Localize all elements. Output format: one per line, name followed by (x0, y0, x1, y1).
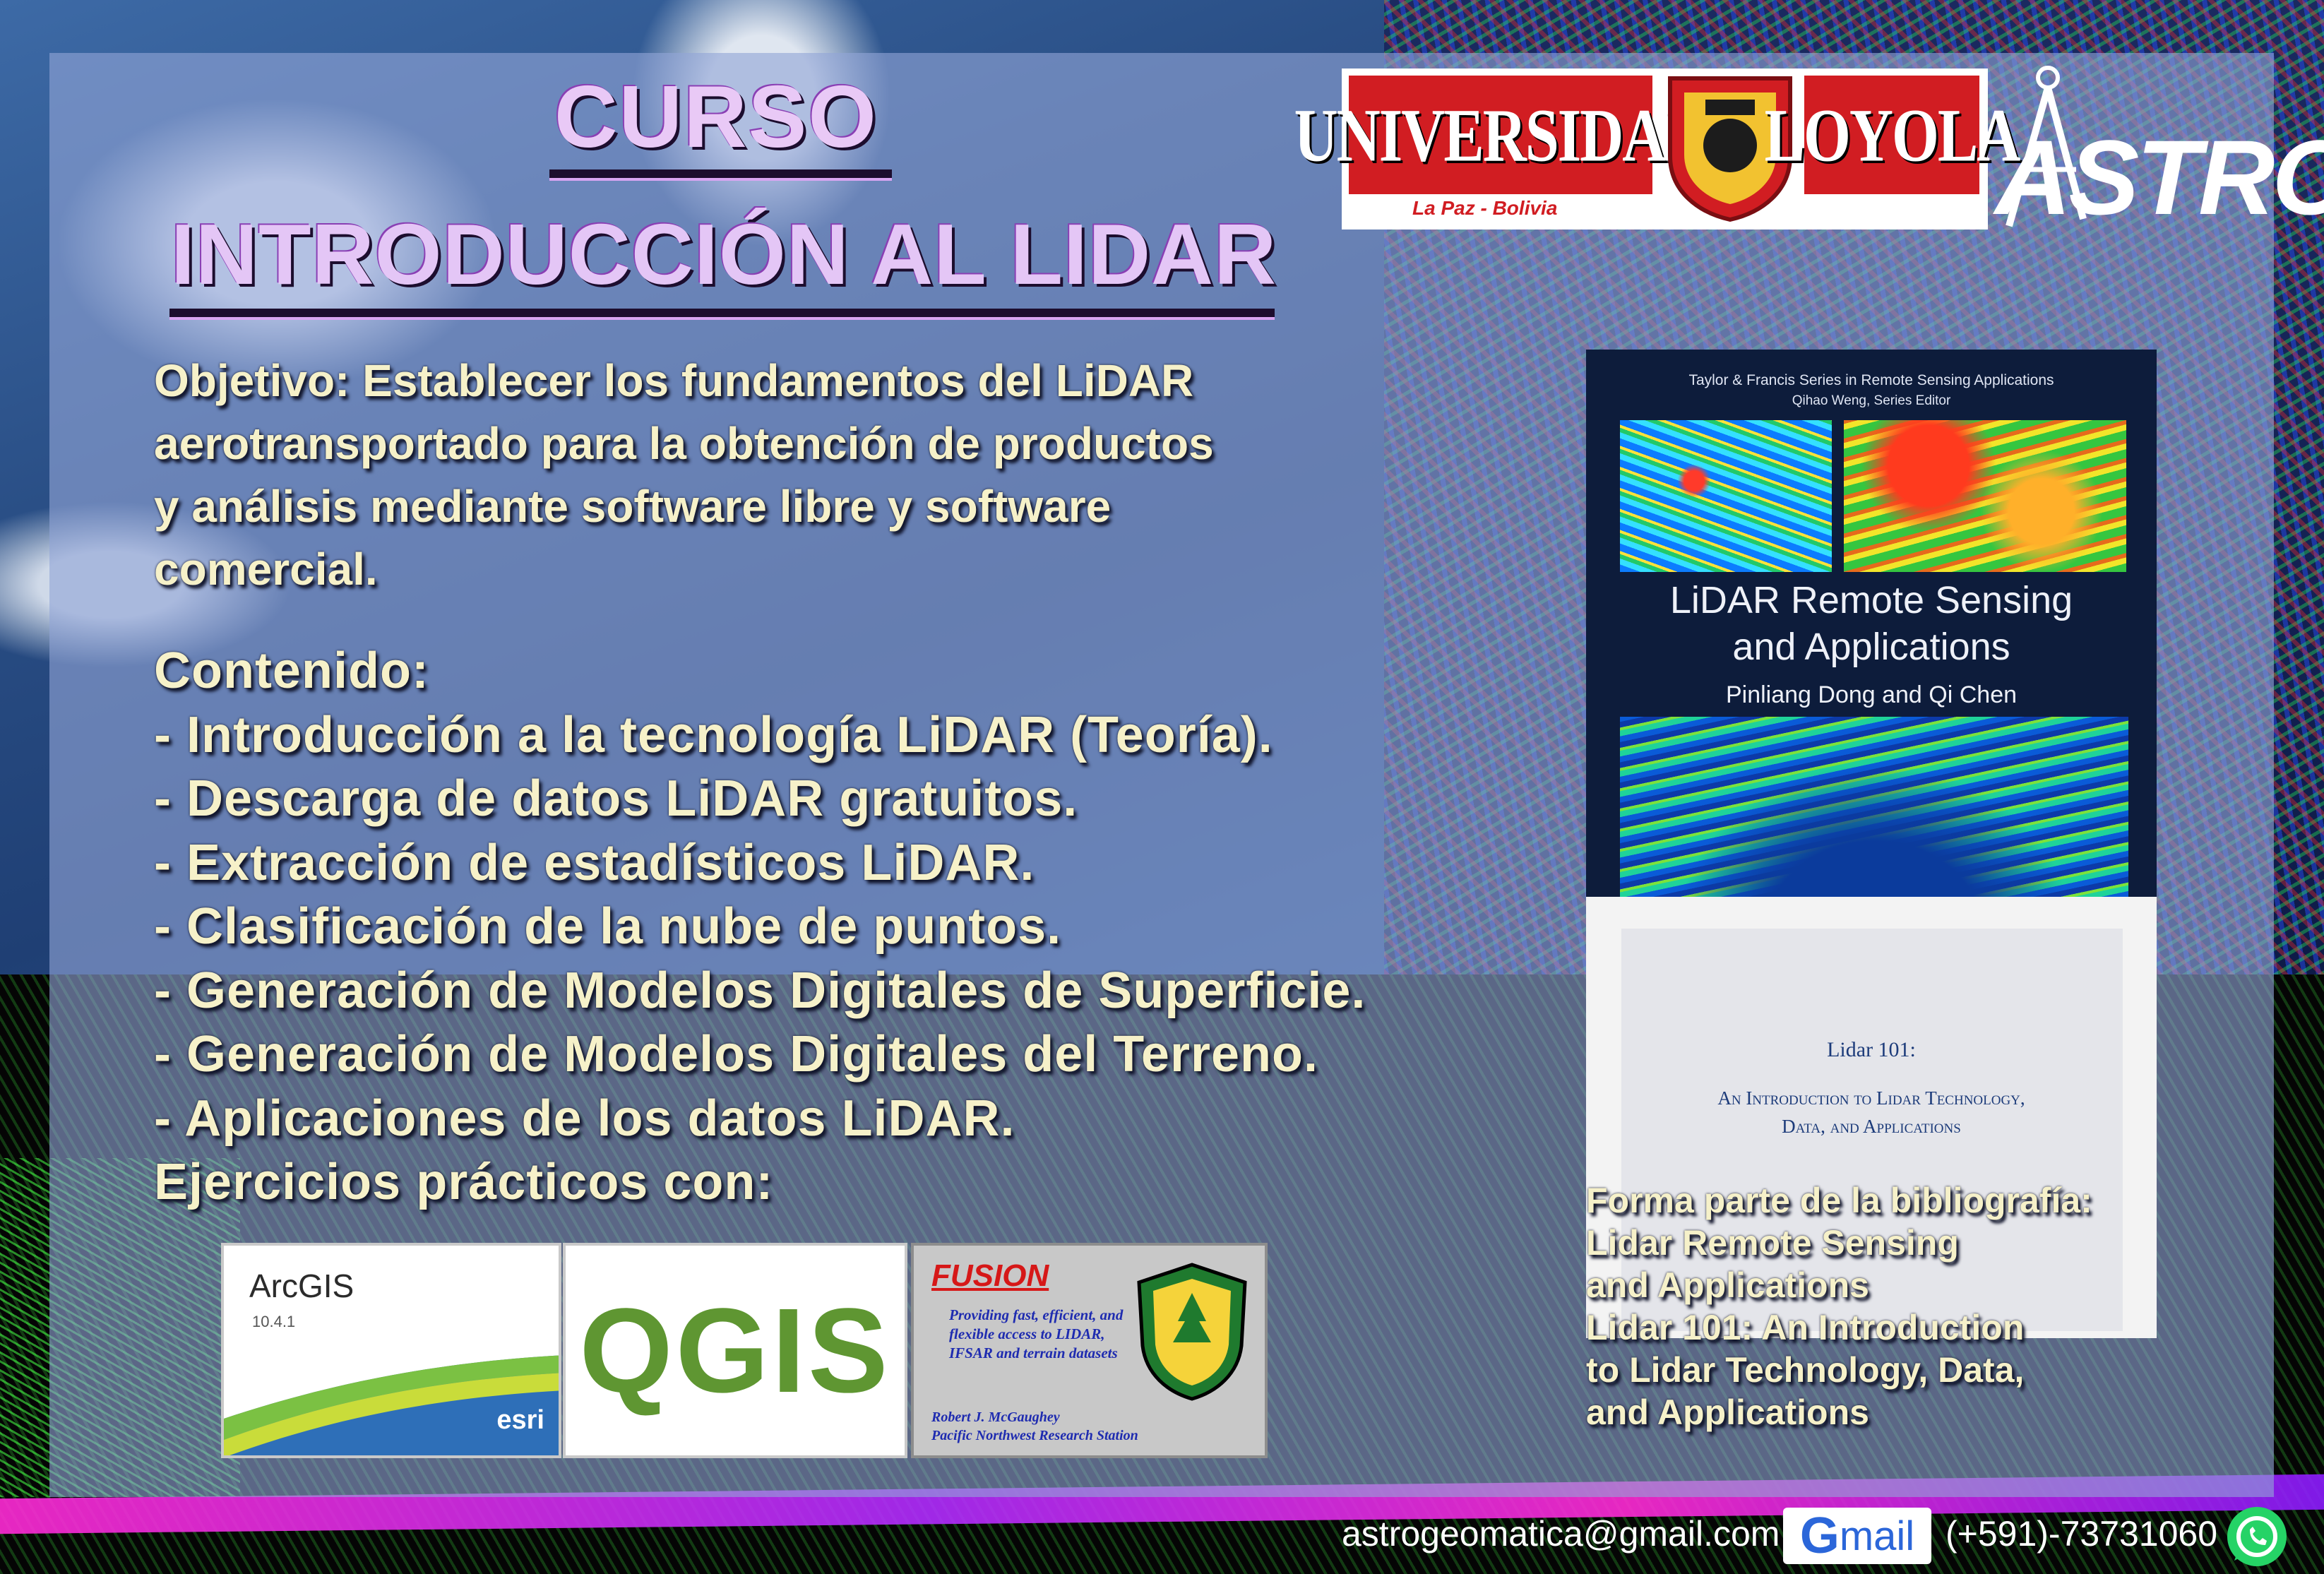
gmail-icon: G mail (1783, 1508, 1931, 1564)
contents-heading: Contenido: (154, 643, 429, 699)
book-title: LiDAR Remote Sensing and Applications (1586, 577, 2157, 670)
contents-item: - Introducción a la tecnología LiDAR (Te… (154, 706, 1273, 763)
contents-item: - Aplicaciones de los datos LiDAR. (154, 1090, 1015, 1147)
university-word-left: UNIVERSIDAD (1294, 93, 1709, 177)
qgis-name: QGIS (579, 1283, 891, 1418)
fusion-author-station: Pacific Northwest Research Station (931, 1428, 1138, 1443)
course-title-underline (169, 309, 1275, 320)
objective-line: y análisis mediante software libre y sof… (154, 481, 1112, 532)
course-label: CURSO (554, 68, 878, 166)
contents-item: - Descarga de datos LiDAR gratuitos. (154, 770, 1078, 827)
book-title-line: LiDAR Remote Sensing (1669, 579, 2073, 621)
fusion-logo: FUSION Providing fast, efficient, and fl… (911, 1243, 1268, 1458)
book2-subtitle: An Introduction to Lidar Technology, Dat… (1586, 1084, 2157, 1140)
qgis-logo: QGIS (563, 1243, 907, 1458)
bibliography-line: Forma parte de la bibliografía: (1586, 1181, 2092, 1220)
bibliography-line: and Applications (1586, 1393, 1869, 1432)
book-cover-lidar-remote-sensing: Taylor & Francis Series in Remote Sensin… (1586, 350, 2157, 897)
lidar-image-landscape (1620, 717, 2128, 897)
fusion-description: Providing fast, efficient, and flexible … (949, 1306, 1124, 1361)
book-authors: Pinliang Dong and Qi Chen (1725, 681, 2018, 708)
book-editor: Qihao Weng, Series Editor (1792, 393, 1951, 408)
objective-line: Objetivo: Establecer los fundamentos del… (154, 355, 1194, 406)
course-label-underline (549, 169, 892, 181)
book2-subtitle-line: An Introduction to Lidar Technology, (1717, 1087, 2025, 1109)
exercises-label: Ejercicios prácticos con: (154, 1154, 774, 1210)
bibliography-line: to Lidar Technology, Data, (1586, 1350, 2025, 1390)
course-title: INTRODUCCIÓN AL LIDAR (171, 206, 1277, 302)
fusion-title: FUSION (931, 1258, 1049, 1293)
arcgis-swoosh-icon (224, 1355, 559, 1455)
lidar-image-terrain (1844, 420, 2126, 572)
whatsapp-icon (2227, 1507, 2287, 1566)
fusion-author: Robert J. McGaughey Pacific Northwest Re… (931, 1408, 1228, 1445)
bibliography-line: Lidar 101: An Introduction (1586, 1308, 2025, 1347)
arcgis-name: ArcGIS (249, 1268, 354, 1304)
objective-line: aerotransportado para la obtención de pr… (154, 418, 1214, 469)
contact-email[interactable]: astrogeomatica@gmail.com (1342, 1513, 1780, 1554)
objective-line: comercial. (154, 544, 378, 595)
university-word-right-bg: LOYOLA (1765, 76, 2020, 194)
contents-item: - Generación de Modelos Digitales de Sup… (154, 962, 1366, 1019)
university-location: La Paz - Bolivia (1412, 197, 1558, 219)
esri-label: esri (496, 1405, 544, 1435)
book2-title: Lidar 101: (1827, 1038, 1916, 1061)
lidar-image-urban (1620, 420, 1832, 572)
arcgis-logo: ArcGIS 10.4.1 esri (221, 1243, 561, 1458)
contents-item: - Extracción de estadísticos LiDAR. (154, 834, 1035, 891)
bibliography-line: Lidar Remote Sensing (1586, 1223, 1959, 1263)
bibliography-caption: Forma parte de la bibliografía: Lidar Re… (1586, 1179, 2292, 1433)
book-title-line: and Applications (1732, 626, 2010, 668)
arcgis-version: 10.4.1 (252, 1313, 296, 1330)
university-word-right: LOYOLA (1764, 93, 2021, 177)
contact-phone[interactable]: (+591)-73731060 (1945, 1513, 2217, 1554)
objective-text: Objetivo: Establecer los fundamentos del… (154, 350, 1397, 601)
forest-service-shield-icon (1137, 1263, 1247, 1401)
astro-name: ASTRO (1995, 118, 2324, 237)
universidad-loyola-logo: UNIVERSIDAD LOYOLA La Paz - Bolivia (1294, 68, 2020, 229)
fusion-author-name: Robert J. McGaughey (931, 1409, 1060, 1425)
bibliography-line: and Applications (1586, 1265, 1869, 1305)
gmail-g: G (1799, 1508, 1840, 1564)
book2-subtitle-line: Data, and Applications (1782, 1116, 1961, 1137)
contents-list: Contenido: - Introducción a la tecnologí… (154, 639, 1602, 1215)
contents-item: - Clasificación de la nube de puntos. (154, 898, 1062, 955)
contents-item: - Generación de Modelos Digitales del Te… (154, 1026, 1319, 1083)
university-word-left-bg: UNIVERSIDAD (1294, 76, 1708, 194)
book-series: Taylor & Francis Series in Remote Sensin… (1688, 372, 2054, 388)
gmail-word: mail (1839, 1513, 1915, 1559)
